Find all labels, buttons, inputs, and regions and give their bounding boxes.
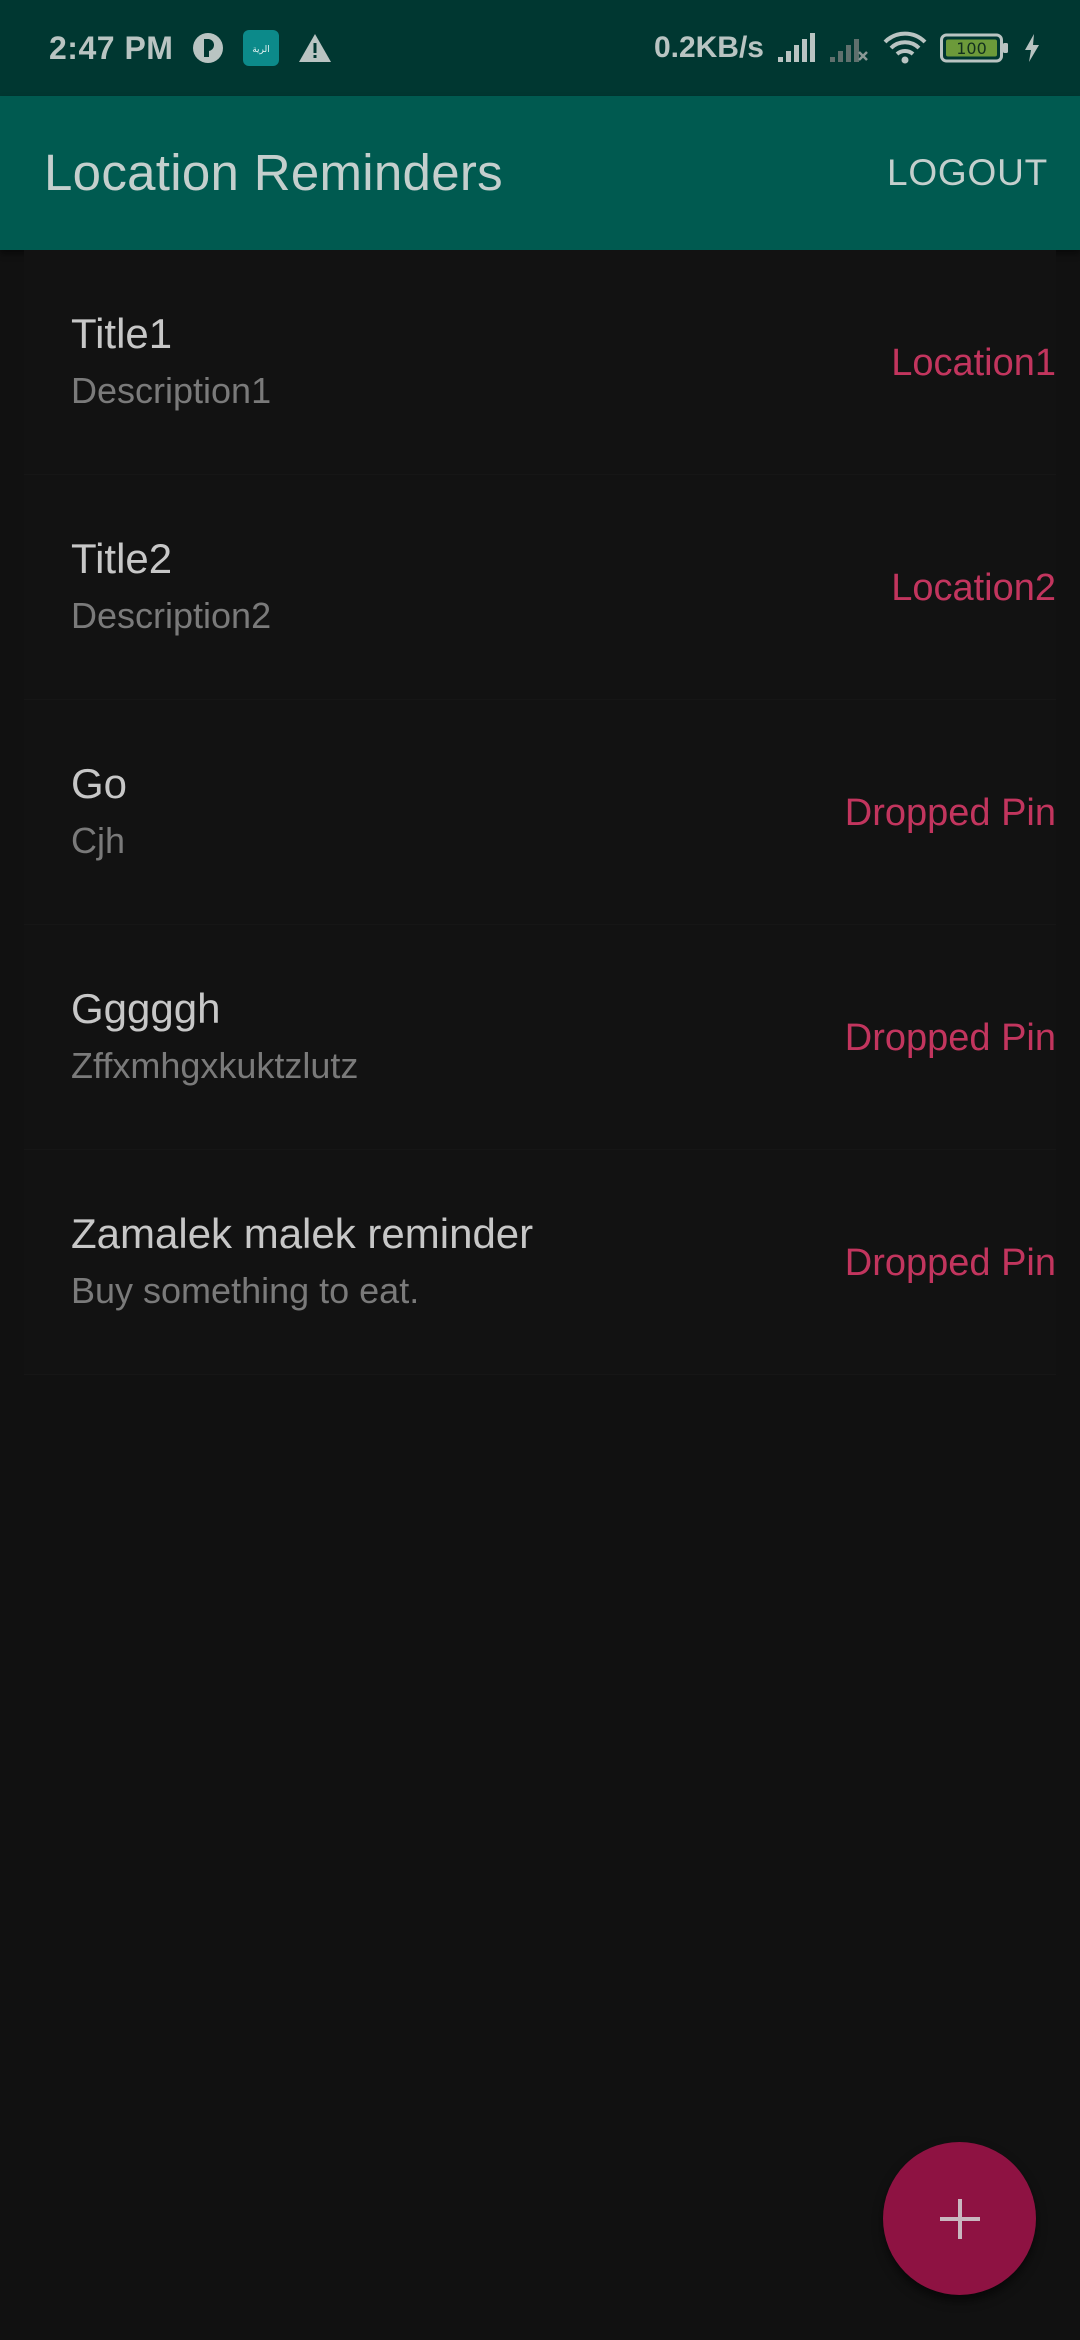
signal-icon <box>776 33 816 63</box>
app-bar: Location Reminders LOGOUT <box>0 96 1080 250</box>
app-notification-icon <box>191 31 225 65</box>
svg-text:الرية: الرية <box>253 45 271 55</box>
reminder-location: Dropped Pin <box>844 1242 1056 1284</box>
reminder-description: Description2 <box>71 595 272 636</box>
battery-icon: 100 <box>940 32 1010 64</box>
reminder-item[interactable]: Go Cjh Dropped Pin <box>24 700 1056 925</box>
plus-icon <box>939 2198 980 2239</box>
status-time: 2:47 PM <box>49 29 174 66</box>
add-reminder-button[interactable] <box>883 2142 1036 2295</box>
logout-button[interactable]: LOGOUT <box>887 96 1048 250</box>
reminder-item[interactable]: Zamalek malek reminder Buy something to … <box>24 1150 1056 1375</box>
status-bar-right: 0.2KB/s 100 <box>654 0 1042 96</box>
wifi-icon <box>882 31 928 65</box>
reminder-title: Zamalek malek reminder <box>71 1210 534 1257</box>
reminder-location: Dropped Pin <box>844 1017 1056 1059</box>
reminder-item[interactable]: Title1 Description1 Location1 <box>24 250 1056 475</box>
page-title: Location Reminders <box>44 144 503 201</box>
reminder-item[interactable]: Gggggh Zffxmhgxkuktzlutz Dropped Pin <box>24 925 1056 1150</box>
charging-icon <box>1022 33 1042 63</box>
reminder-description: Description1 <box>71 370 272 411</box>
status-bar: 2:47 PM الرية 0.2KB/s 100 <box>0 0 1080 96</box>
reminder-title: Title1 <box>71 310 173 357</box>
reminder-location: Dropped Pin <box>844 792 1056 834</box>
news-app-icon: الرية <box>243 30 280 66</box>
reminder-title: Go <box>71 760 128 807</box>
reminder-item[interactable]: Title2 Description2 Location2 <box>24 475 1056 700</box>
reminder-location: Location2 <box>891 567 1056 609</box>
status-bar-left: 2:47 PM الرية <box>49 0 333 96</box>
reminder-description: Buy something to eat. <box>71 1270 420 1311</box>
reminder-description: Cjh <box>71 820 126 861</box>
network-speed: 0.2KB/s <box>653 31 764 64</box>
reminder-title: Gggggh <box>71 985 221 1032</box>
no-signal-icon <box>828 33 870 63</box>
reminder-description: Zffxmhgxkuktzlutz <box>71 1045 359 1086</box>
warning-icon <box>297 32 333 64</box>
reminder-title: Title2 <box>71 535 173 582</box>
reminder-location: Location1 <box>891 342 1056 384</box>
reminder-list: Title1 Description1 Location1 Title2 Des… <box>0 250 1080 1375</box>
svg-text:100: 100 <box>956 39 987 58</box>
